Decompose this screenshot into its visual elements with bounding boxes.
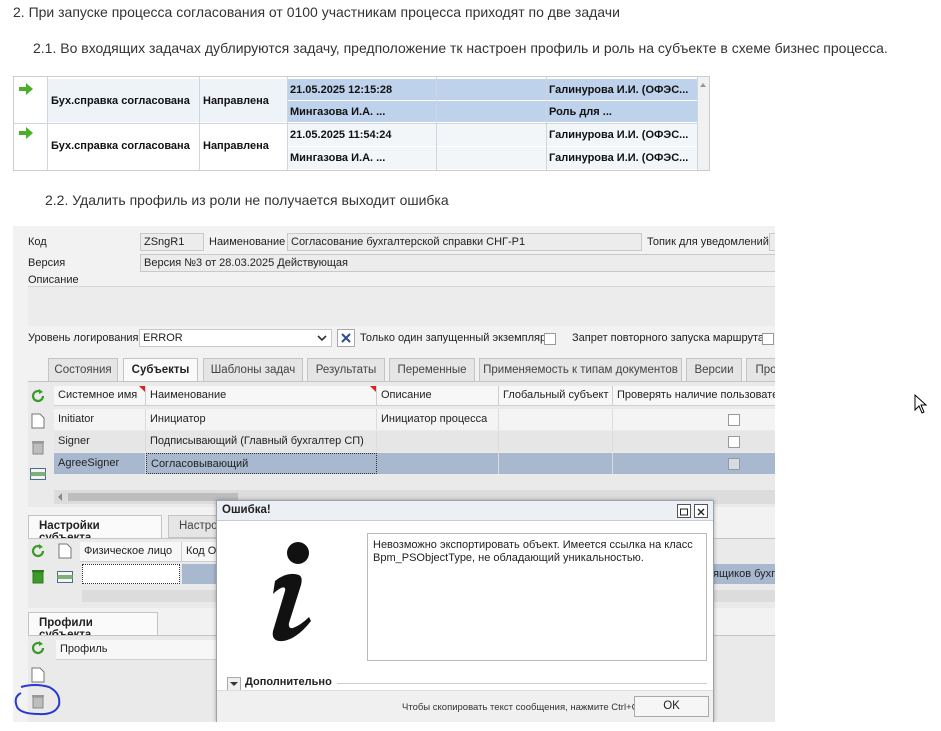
error-dialog: Ошибка! Невозможно экспортировать объект…	[216, 500, 714, 722]
cell-global[interactable]	[499, 453, 613, 474]
col-name[interactable]: Наименование	[146, 386, 377, 406]
col-person[interactable]: Физическое лицо	[80, 542, 182, 562]
cell-description[interactable]	[377, 453, 499, 474]
maximize-icon	[680, 508, 688, 516]
cell-tail: ящиков бухг	[713, 568, 775, 580]
trash-icon[interactable]	[31, 568, 45, 584]
close-icon	[697, 508, 705, 516]
refresh-icon[interactable]	[30, 388, 46, 404]
paragraph-2: 2. При запуске процесса согласования от …	[13, 4, 620, 20]
task-date: 21.05.2025 12:15:28	[290, 84, 393, 96]
row-checkbox[interactable]	[728, 458, 740, 470]
arrow-right-icon[interactable]	[19, 127, 33, 139]
cell-name[interactable]: Инициатор	[146, 409, 377, 430]
col-global-subject[interactable]: Глобальный субъект	[499, 386, 613, 406]
code-field[interactable]: ZSngR1	[140, 233, 204, 251]
tab-versions[interactable]: Версии	[686, 358, 742, 382]
ok-button[interactable]: OK	[634, 696, 709, 717]
row-checkbox[interactable]	[728, 436, 740, 448]
log-level-label: Уровень логирования	[28, 332, 139, 344]
cell-system-name[interactable]: Initiator	[54, 409, 146, 430]
task-author: Мингазова И.А. ...	[290, 152, 386, 164]
chevron-down-icon[interactable]	[227, 677, 241, 691]
chevron-down-icon[interactable]	[317, 334, 327, 342]
document-icon[interactable]	[58, 543, 72, 559]
tab-subject-settings[interactable]: Настройки субъекта	[28, 515, 162, 544]
task-status: Направлена	[203, 95, 269, 107]
col-system-name[interactable]: Системное имя	[54, 386, 146, 406]
name-label: Наименование	[209, 236, 286, 248]
single-instance-checkbox[interactable]	[544, 333, 556, 345]
tab-results[interactable]: Результаты	[307, 358, 385, 382]
dialog-title: Ошибка!	[217, 501, 713, 521]
document-icon[interactable]	[31, 413, 45, 429]
no-restart-label: Запрет повторного запуска маршрута	[572, 332, 765, 344]
details-toggle[interactable]: Дополнительно	[245, 676, 332, 688]
add-row-icon[interactable]	[30, 468, 46, 480]
close-icon	[341, 333, 351, 343]
task-name[interactable]: Бух.справка согласована	[51, 95, 190, 107]
cell-description[interactable]: Инициатор процесса	[377, 409, 499, 430]
tab-states[interactable]: Состояния	[48, 358, 118, 382]
code-label: Код	[28, 236, 47, 248]
tab-subject-profiles[interactable]: Профили субъекта	[28, 612, 158, 641]
log-level-select[interactable]: ERROR	[139, 329, 332, 347]
cell-name[interactable]: Согласовывающий	[146, 453, 377, 474]
description-field[interactable]	[28, 286, 775, 326]
cell-system-name[interactable]: Signer	[54, 431, 146, 452]
tab-variables[interactable]: Переменные	[389, 358, 475, 382]
tab-more[interactable]: Про	[746, 358, 775, 382]
col-description[interactable]: Описание	[377, 386, 499, 406]
paragraph-2-1: 2.1. Во входящих задачах дублируются зад…	[33, 40, 888, 56]
task-name[interactable]: Бух.справка согласована	[51, 140, 190, 152]
tab-applicability[interactable]: Применяемость к типам документов	[479, 358, 682, 382]
log-level-value: ERROR	[143, 332, 183, 344]
task-recipient: Галинурова И.И. (ОФЭС...	[549, 84, 689, 96]
clear-log-button[interactable]	[337, 329, 355, 347]
description-label: Описание	[28, 274, 79, 286]
add-row-icon[interactable]	[57, 571, 73, 583]
task-author: Мингазова И.А. ...	[290, 106, 386, 118]
task-grid-screenshot: Бух.справка согласована Направлена 21.05…	[13, 76, 710, 171]
arrow-right-icon[interactable]	[19, 83, 33, 95]
version-label: Версия	[28, 257, 66, 269]
tab-subjects[interactable]: Субъекты	[123, 358, 198, 382]
error-message: Невозможно экспортировать объект. Имеетс…	[367, 533, 707, 661]
annotation-circle	[14, 684, 61, 716]
refresh-icon[interactable]	[30, 640, 46, 656]
no-restart-checkbox[interactable]	[762, 333, 774, 345]
info-icon	[272, 542, 311, 642]
task-date: 21.05.2025 11:54:24	[290, 129, 392, 141]
paragraph-2-2: 2.2. Удалить профиль из роли не получает…	[45, 192, 449, 208]
row-checkbox[interactable]	[728, 414, 740, 426]
maximize-button[interactable]	[677, 504, 691, 518]
cell-description[interactable]	[377, 431, 499, 452]
single-instance-label: Только один запущенный экземпляр	[360, 332, 547, 344]
task-role: Галинурова И.И. (ОФЭС...	[549, 152, 689, 164]
tab-task-templates[interactable]: Шаблоны задач	[203, 358, 303, 382]
cell-system-name[interactable]: AgreeSigner	[54, 453, 146, 474]
task-status: Направлена	[203, 140, 269, 152]
col-check-user[interactable]: Проверять наличие пользовател	[613, 386, 775, 406]
cell-global[interactable]	[499, 431, 613, 452]
mouse-cursor-icon	[914, 394, 928, 414]
cell-global[interactable]	[499, 409, 613, 430]
trash-icon[interactable]	[31, 439, 45, 455]
close-dialog-button[interactable]	[694, 504, 708, 518]
version-field[interactable]: Версия №3 от 28.03.2025 Действующая	[140, 254, 775, 272]
task-role: Роль для ...	[549, 106, 612, 118]
scrollbar[interactable]	[698, 77, 709, 170]
task-recipient: Галинурова И.И. (ОФЭС...	[549, 129, 689, 141]
refresh-icon[interactable]	[30, 543, 46, 559]
cell-name[interactable]: Подписывающий (Главный бухгалтер СП)	[146, 431, 377, 452]
name-field[interactable]: Согласование бухгалтерской справки СНГ-Р…	[287, 233, 642, 251]
erp-screenshot: Код ZSngR1 Наименование Согласование бух…	[13, 226, 775, 722]
person-cell[interactable]	[82, 564, 180, 584]
topic-field[interactable]	[769, 233, 775, 251]
copy-hint: Чтобы скопировать текст сообщения, нажми…	[402, 702, 639, 713]
topic-label: Топик для уведомлений	[647, 236, 769, 248]
